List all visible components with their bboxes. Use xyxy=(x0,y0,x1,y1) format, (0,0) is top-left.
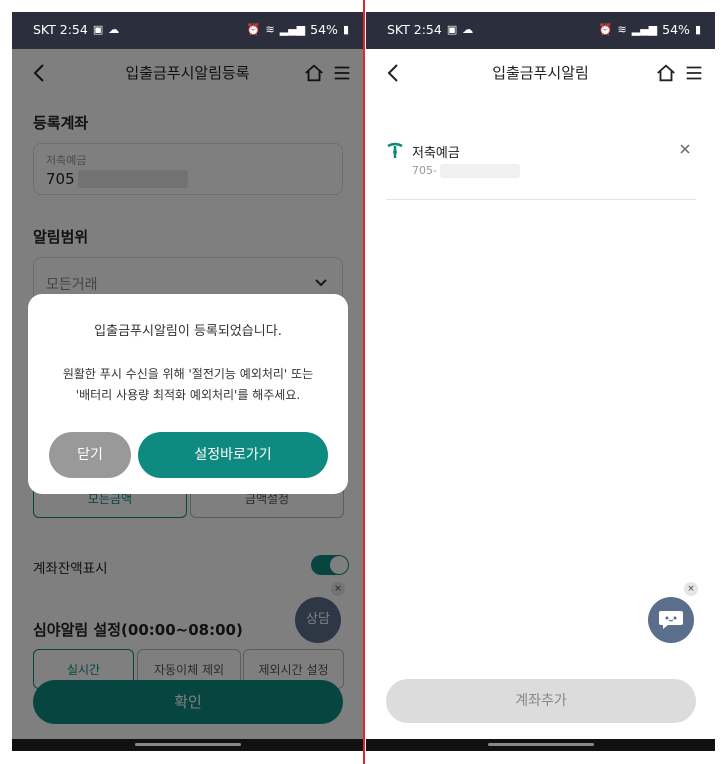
registration-dialog: 입출금푸시알림이 등록되었습니다. 원활한 푸시 수신을 위해 '절전기능 예외… xyxy=(28,294,348,494)
add-account-button[interactable]: 계좌추가 xyxy=(386,679,696,723)
dialog-message: 입출금푸시알림이 등록되었습니다. xyxy=(94,324,282,339)
navigation-bar xyxy=(12,739,363,751)
account-list-item[interactable]: 저축예금 705- xyxy=(386,140,696,200)
wifi-icon: ≋ xyxy=(617,22,627,36)
signal-icon: ▂▄▆ xyxy=(631,22,658,36)
home-indicator[interactable] xyxy=(134,743,241,746)
status-bar: SKT 2:54 ▣ ☁ ⏰ ≋ ▂▄▆ 54% ▮ xyxy=(12,12,363,49)
wifi-icon: ≋ xyxy=(265,22,275,36)
dialog-close-button[interactable]: 닫기 xyxy=(49,432,131,478)
menu-icon[interactable] xyxy=(683,62,705,84)
dialog-detail-line2: '배터리 사용량 최적화 예외처리'를 해주세요. xyxy=(75,388,301,402)
alarm-icon: ⏰ xyxy=(598,22,613,36)
screen-divider xyxy=(363,0,365,764)
go-to-settings-button[interactable]: 설정바로가기 xyxy=(138,432,328,478)
carrier-time: SKT 2:54 xyxy=(33,22,88,37)
cloud-icon: ☁ xyxy=(462,22,474,36)
alarm-icon: ⏰ xyxy=(246,22,261,36)
battery-level: 54% xyxy=(662,22,690,37)
gallery-icon: ▣ xyxy=(92,22,104,36)
navigation-bar xyxy=(366,739,715,751)
close-icon[interactable]: × xyxy=(684,582,698,596)
masked-account-digits xyxy=(440,164,520,178)
home-indicator[interactable] xyxy=(487,743,594,746)
bank-logo-icon xyxy=(387,142,403,158)
signal-icon: ▂▄▆ xyxy=(279,22,306,36)
battery-level: 54% xyxy=(310,22,338,37)
app-bar: 입출금푸시알림 xyxy=(366,49,715,97)
gallery-icon: ▣ xyxy=(446,22,458,36)
home-icon[interactable] xyxy=(655,62,677,84)
battery-icon: ▮ xyxy=(694,22,701,36)
dialog-detail-line1: 원활한 푸시 수신을 위해 '절전기능 예외처리' 또는 xyxy=(62,367,314,381)
chat-bubble-icon xyxy=(659,611,683,629)
account-name: 저축예금 xyxy=(412,146,460,161)
left-screen: SKT 2:54 ▣ ☁ ⏰ ≋ ▂▄▆ 54% ▮ 입출금푸시알림등록 등록계… xyxy=(12,12,363,751)
dialog-detail: 원활한 푸시 수신을 위해 '절전기능 예외처리' 또는 '배터리 사용량 최적… xyxy=(28,364,348,406)
remove-account-icon[interactable] xyxy=(678,142,692,156)
chat-button[interactable] xyxy=(648,597,694,643)
cloud-icon: ☁ xyxy=(108,22,120,36)
account-number: 705- xyxy=(412,164,437,177)
carrier-time: SKT 2:54 xyxy=(387,22,442,37)
battery-icon: ▮ xyxy=(342,22,349,36)
status-bar: SKT 2:54 ▣ ☁ ⏰ ≋ ▂▄▆ 54% ▮ xyxy=(366,12,715,49)
right-screen: SKT 2:54 ▣ ☁ ⏰ ≋ ▂▄▆ 54% ▮ 입출금푸시알림 저축예금 … xyxy=(366,12,715,751)
